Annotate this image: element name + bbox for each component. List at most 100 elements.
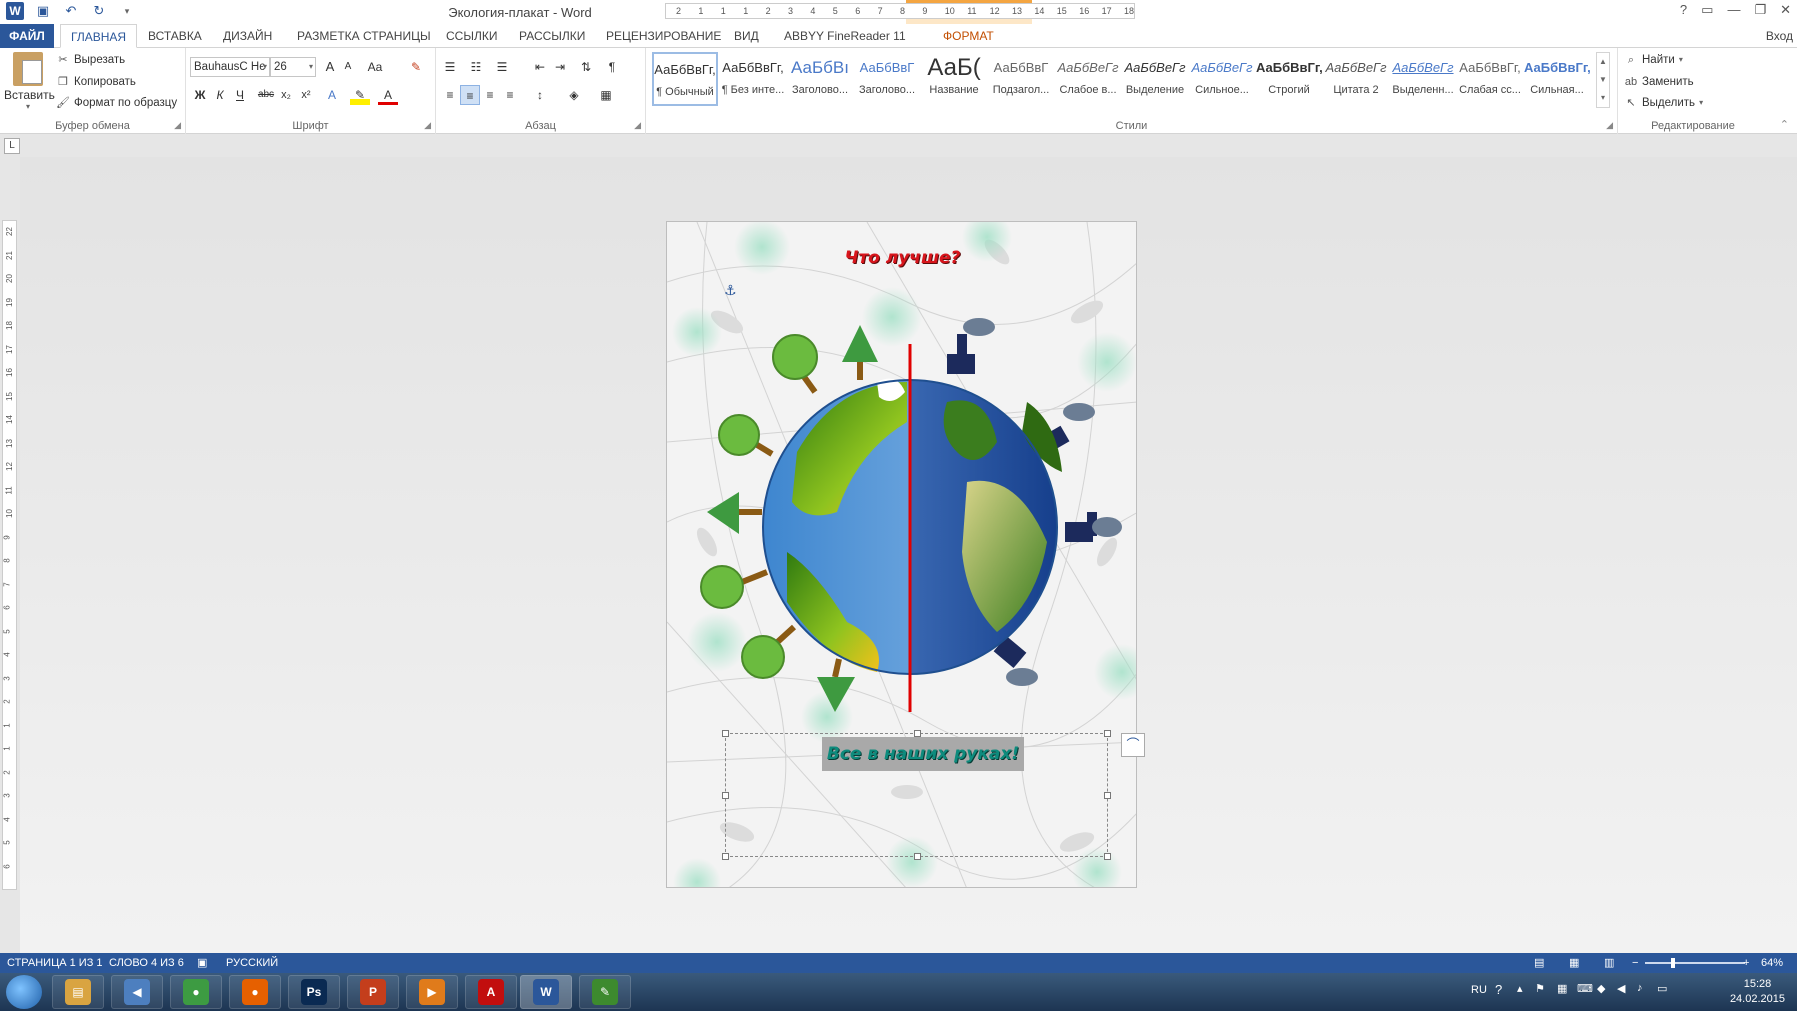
borders-icon[interactable]: ▦ <box>596 85 616 105</box>
tab-page-layout[interactable]: РАЗМЕТКА СТРАНИЦЫ <box>287 24 441 48</box>
style-subtitle[interactable]: АаБбВвГ Подзагол... <box>988 52 1054 106</box>
resize-handle[interactable] <box>1104 792 1111 799</box>
underline-button[interactable]: Ч <box>230 85 250 105</box>
font-name-select[interactable]: BauhausC Нє ▾ <box>190 57 270 77</box>
shrink-font-button[interactable]: A <box>338 57 358 77</box>
tab-review[interactable]: РЕЦЕНЗИРОВАНИЕ <box>596 24 731 48</box>
copy-button[interactable]: ❐ Копировать <box>56 72 136 92</box>
resize-handle[interactable] <box>914 853 921 860</box>
tab-selector[interactable]: L <box>4 138 20 154</box>
taskbar-app-button[interactable]: ◀ <box>111 975 163 1009</box>
mute-icon[interactable]: ◀ <box>1617 982 1625 995</box>
document-page[interactable]: ⚓ Что лучше? Все в наших руках! <box>666 221 1137 888</box>
more-styles-icon[interactable]: ▾ <box>1597 89 1609 107</box>
chevron-up-icon[interactable]: ▲ <box>1597 53 1609 71</box>
subscript-button[interactable]: x₂ <box>276 85 296 105</box>
text-effects-icon[interactable]: A <box>322 85 342 105</box>
style-heading-2[interactable]: АаБбВвГ Заголово... <box>854 52 920 106</box>
cut-button[interactable]: ✂ Вырезать <box>56 50 125 70</box>
multilevel-list-icon[interactable]: ☰ <box>492 57 512 77</box>
style-subtle-reference[interactable]: АаБбВвГг, Слабая сс... <box>1457 52 1523 106</box>
taskbar-app-button[interactable]: ● <box>229 975 281 1009</box>
font-color-icon[interactable]: A <box>378 85 398 105</box>
help-button[interactable]: ? <box>1680 2 1687 18</box>
clear-formatting-icon[interactable]: ✎ <box>406 57 426 77</box>
tab-file[interactable]: ФАЙЛ <box>0 24 54 48</box>
restore-button[interactable]: ❐ <box>1754 2 1766 18</box>
resize-handle[interactable] <box>722 792 729 799</box>
dialog-launcher-icon[interactable]: ◢ <box>424 120 431 131</box>
zoom-in-button[interactable]: + <box>1743 953 1749 973</box>
shading-icon[interactable]: ◈ <box>564 85 584 105</box>
style-intense-emphasis[interactable]: АаБбВеГг Сильное... <box>1189 52 1255 106</box>
resize-handle[interactable] <box>722 730 729 737</box>
print-layout-icon[interactable]: ▦ <box>1569 953 1579 973</box>
taskbar-app-button[interactable]: P <box>347 975 399 1009</box>
tab-insert[interactable]: ВСТАВКА <box>138 24 212 48</box>
web-layout-icon[interactable]: ▥ <box>1604 953 1614 973</box>
read-mode-icon[interactable]: ▤ <box>1534 953 1544 973</box>
increase-indent-icon[interactable]: ⇥ <box>550 57 570 77</box>
style-strong[interactable]: АаБбВвГг, Строгий <box>1256 52 1322 106</box>
poster-title[interactable]: Что лучше? <box>667 248 1136 268</box>
style-no-spacing[interactable]: АаБбВвГг, ¶ Без инте... <box>720 52 786 106</box>
italic-button[interactable]: К <box>210 85 230 105</box>
ribbon-display-options-icon[interactable]: ▭ <box>1701 2 1713 18</box>
tab-view[interactable]: ВИД <box>724 24 769 48</box>
start-button[interactable] <box>6 975 42 1009</box>
layout-options-button[interactable]: ⌒ <box>1121 733 1145 757</box>
horizontal-ruler[interactable]: 2 1 1 1 2 3 4 5 6 7 8 9 10 11 12 13 14 15 16 17 18 <box>665 3 1135 19</box>
change-case-button[interactable]: Aa <box>362 57 388 77</box>
input-language[interactable]: RU <box>1471 984 1487 996</box>
taskbar-app-button[interactable]: ✎ <box>579 975 631 1009</box>
highlight-icon[interactable]: ✎ <box>350 85 370 105</box>
poster-slogan[interactable]: Все в наших руках! <box>822 737 1024 771</box>
tab-references[interactable]: ССЫЛКИ <box>436 24 507 48</box>
style-quote[interactable]: АаБбВеГг Цитата 2 <box>1323 52 1389 106</box>
strikethrough-button[interactable]: abc <box>256 85 276 105</box>
grow-font-button[interactable]: A <box>320 57 340 77</box>
styles-gallery-scroll[interactable]: ▲ ▼ ▾ <box>1596 52 1610 108</box>
word-count[interactable]: СЛОВО 4 ИЗ 6 <box>109 953 184 973</box>
align-left-icon[interactable]: ≡ <box>440 85 460 105</box>
zoom-level[interactable]: 64% <box>1761 953 1783 973</box>
help-tray-icon[interactable]: ? <box>1495 982 1502 997</box>
dialog-launcher-icon[interactable]: ◢ <box>174 120 181 131</box>
style-normal[interactable]: АаБбВвГг, ¶ Обычный <box>652 52 718 106</box>
tab-mailings[interactable]: РАССЫЛКИ <box>509 24 595 48</box>
tab-design[interactable]: ДИЗАЙН <box>213 24 282 48</box>
superscript-button[interactable]: x² <box>296 85 316 105</box>
resize-handle[interactable] <box>722 853 729 860</box>
format-painter-button[interactable]: 🖌 Формат по образцу <box>56 93 177 113</box>
tab-abbyy[interactable]: ABBYY FineReader 11 <box>774 24 916 48</box>
style-subtle-emphasis[interactable]: АаБбВеГг Слабое в... <box>1055 52 1121 106</box>
keyboard-icon[interactable]: ⌨ <box>1577 982 1593 995</box>
close-button[interactable]: ✕ <box>1780 2 1791 18</box>
find-button[interactable]: ⌕ Найти ▾ <box>1624 50 1683 70</box>
bullets-icon[interactable]: ☰ <box>440 57 460 77</box>
tab-format[interactable]: ФОРМАТ <box>933 24 1004 48</box>
select-button[interactable]: ↖ Выделить ▾ <box>1624 93 1703 113</box>
chevron-down-icon[interactable]: ▼ <box>1597 71 1609 89</box>
bold-button[interactable]: Ж <box>190 85 210 105</box>
display-icon[interactable]: ▭ <box>1657 982 1667 995</box>
resize-handle[interactable] <box>1104 853 1111 860</box>
justify-icon[interactable]: ≡ <box>500 85 520 105</box>
dialog-launcher-icon[interactable]: ◢ <box>1606 120 1613 131</box>
collapse-ribbon-icon[interactable]: ⌃ <box>1780 118 1789 131</box>
language-indicator[interactable]: РУССКИЙ <box>226 953 278 973</box>
style-intense-reference[interactable]: АаБбВвГг, Сильная... <box>1524 52 1590 106</box>
style-heading-1[interactable]: АаБбВı Заголово... <box>787 52 853 106</box>
security-icon[interactable]: ◆ <box>1597 982 1605 995</box>
flag-icon[interactable]: ⚑ <box>1535 982 1545 995</box>
minimize-button[interactable]: — <box>1727 2 1740 18</box>
style-emphasis[interactable]: АаБбВеГг Выделение <box>1122 52 1188 106</box>
style-intense-quote[interactable]: АаБбВеГг Выделенн... <box>1390 52 1456 106</box>
vertical-ruler[interactable]: 22 21 20 19 18 17 16 15 14 13 12 11 10 9 8 7 6 5 4 3 2 1 1 2 3 4 5… <box>2 220 17 890</box>
taskbar-app-button[interactable]: W <box>520 975 572 1009</box>
volume-icon[interactable]: ♪ <box>1637 982 1643 994</box>
line-spacing-icon[interactable]: ↕ <box>530 85 550 105</box>
font-size-select[interactable]: 26 ▾ <box>270 57 316 77</box>
taskbar-app-button[interactable]: ▤ <box>52 975 104 1009</box>
numbering-icon[interactable]: ☷ <box>466 57 486 77</box>
